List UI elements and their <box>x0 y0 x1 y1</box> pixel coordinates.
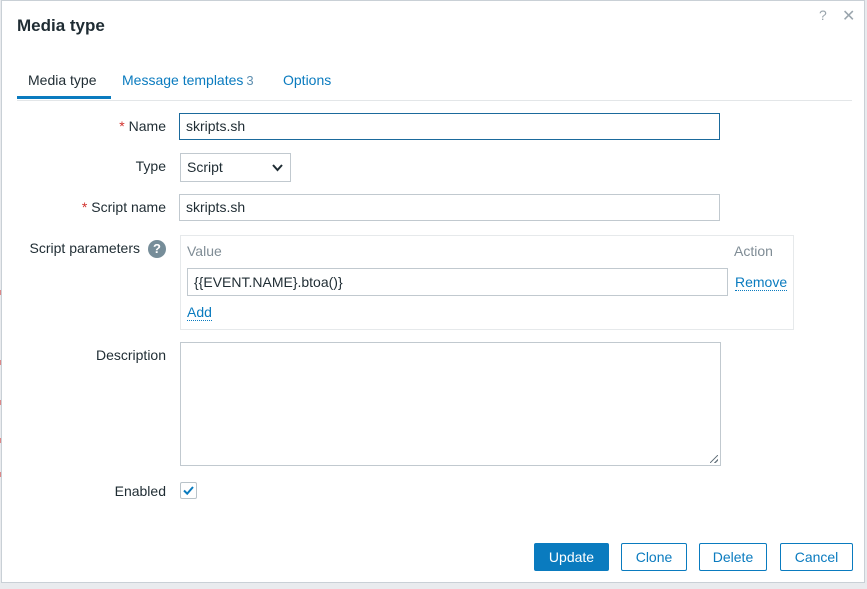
tab-media-type[interactable]: Media type <box>28 72 96 88</box>
media-type-dialog: Media type ? ✕ Media type Message templa… <box>1 0 865 583</box>
column-header-value: Value <box>187 243 222 259</box>
required-marker: * <box>81 199 88 215</box>
type-label: Type <box>135 158 166 174</box>
chevron-down-icon <box>272 154 283 192</box>
remove-parameter-link[interactable]: Remove <box>735 274 788 291</box>
tab-count-badge: 3 <box>246 73 254 88</box>
tab-label: Options <box>283 72 332 88</box>
resize-grip-icon[interactable] <box>710 455 718 463</box>
type-select[interactable]: Script <box>180 153 291 182</box>
name-input[interactable]: skripts.sh <box>179 113 720 140</box>
cancel-button[interactable]: Cancel <box>780 543 853 571</box>
script-parameters-table: Value Action {{EVENT.NAME}.btoa()} Remov… <box>180 235 794 330</box>
active-tab-indicator <box>17 96 111 99</box>
enabled-label: Enabled <box>114 483 166 499</box>
add-parameter-link[interactable]: Add <box>187 304 212 321</box>
column-header-action: Action <box>734 243 773 259</box>
required-marker: * <box>119 118 125 134</box>
tab-message-templates[interactable]: Message templates 3 <box>122 72 254 88</box>
update-button[interactable]: Update <box>534 543 609 571</box>
parameter-value-input[interactable]: {{EVENT.NAME}.btoa()} <box>187 268 728 296</box>
help-icon[interactable]: ? <box>148 240 166 258</box>
clone-button[interactable]: Clone <box>621 543 687 571</box>
description-label: Description <box>95 347 166 363</box>
tab-label: Message templates <box>122 72 244 88</box>
enabled-checkbox[interactable] <box>180 482 197 499</box>
description-textarea[interactable] <box>180 342 721 466</box>
close-icon[interactable]: ✕ <box>842 6 855 26</box>
dialog-title: Media type <box>17 16 105 35</box>
name-label: * Name <box>119 118 166 134</box>
script-name-label: * Script name <box>81 199 166 215</box>
help-icon[interactable]: ? <box>819 7 827 23</box>
tab-bar: Media type Message templates 3 Options <box>17 63 852 101</box>
script-parameters-label: Script parameters <box>29 240 140 256</box>
tab-label: Media type <box>28 72 97 88</box>
check-icon <box>183 486 194 496</box>
script-name-input[interactable]: skripts.sh <box>179 194 720 221</box>
tab-options[interactable]: Options <box>283 72 331 88</box>
type-select-value: Script <box>187 159 223 175</box>
delete-button[interactable]: Delete <box>699 543 767 571</box>
